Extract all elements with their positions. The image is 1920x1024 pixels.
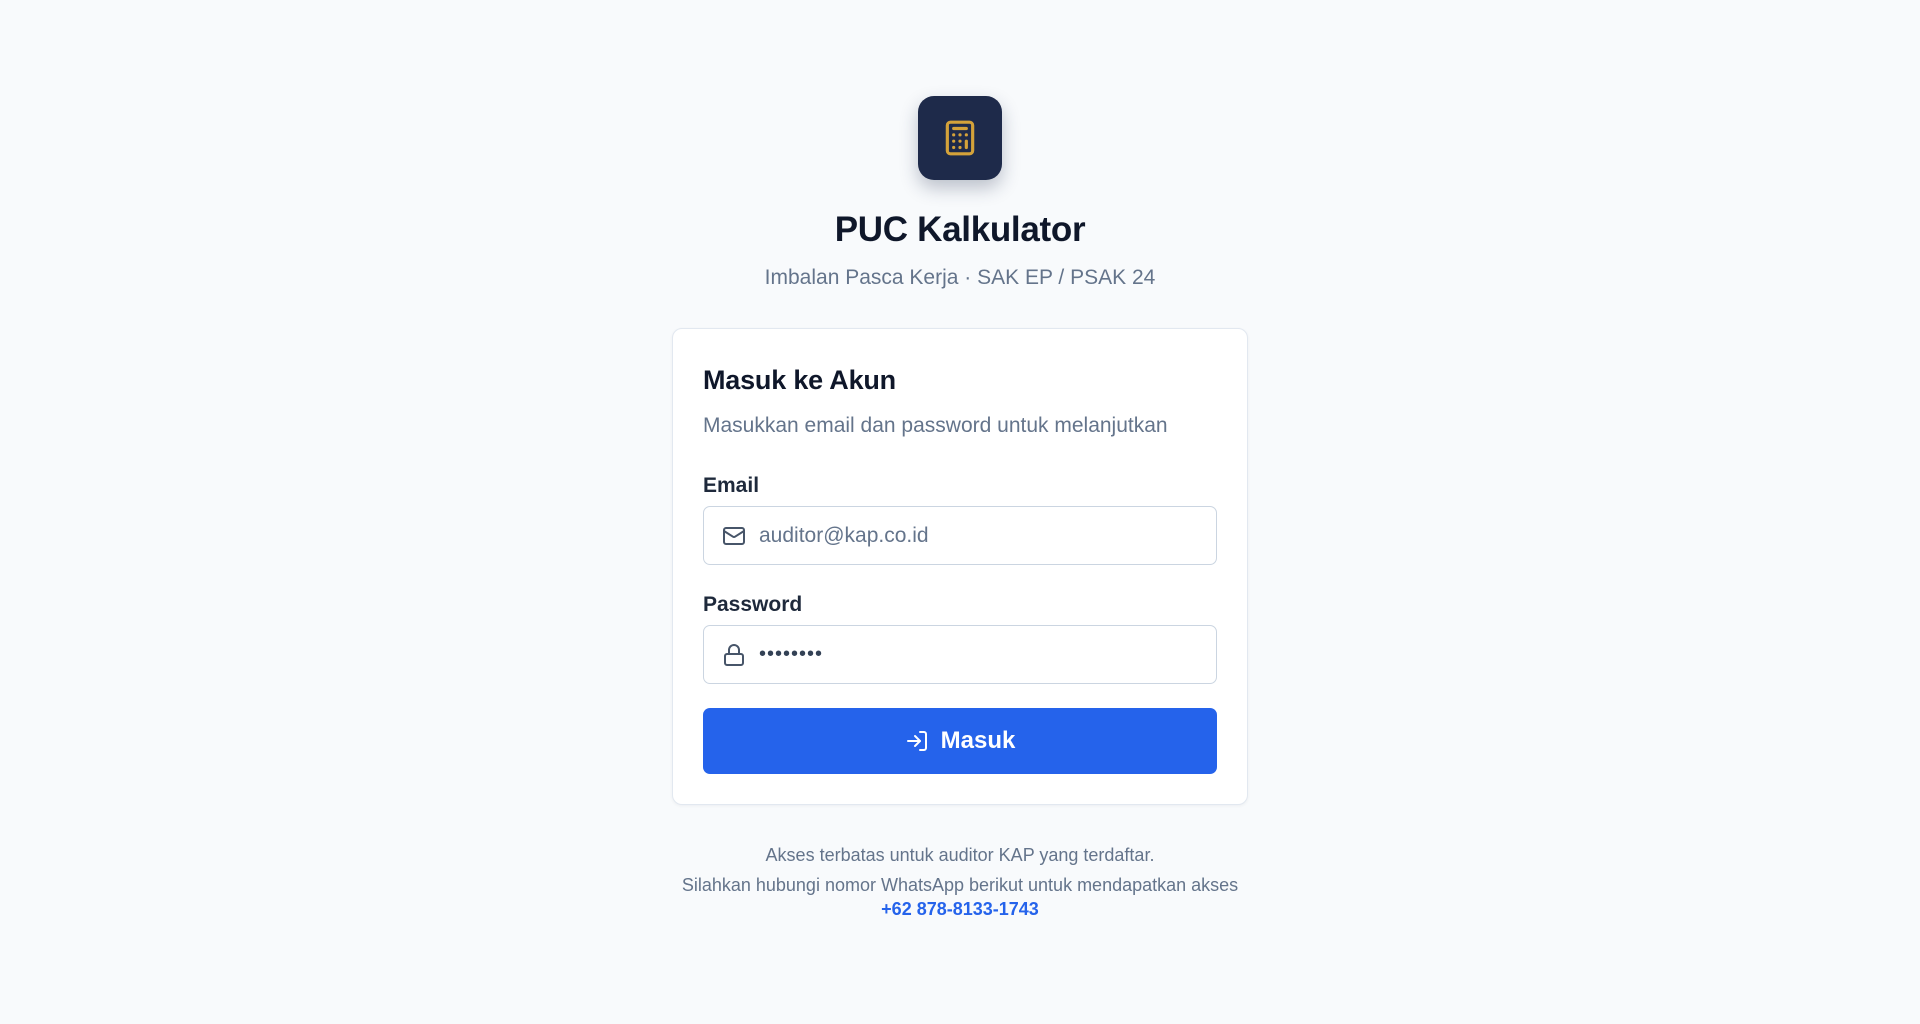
login-button[interactable]: Masuk <box>703 708 1217 774</box>
password-input[interactable] <box>759 634 1216 675</box>
footer-access-note: Akses terbatas untuk auditor KAP yang te… <box>765 845 1155 865</box>
login-title: Masuk ke Akun <box>703 365 896 395</box>
email-field[interactable] <box>703 506 1217 565</box>
app-title: PUC Kalkulator <box>834 210 1086 249</box>
email-input[interactable] <box>759 515 1216 556</box>
footer-note: Akses terbatas untuk auditor KAP yang te… <box>682 843 1238 921</box>
app-logo <box>918 96 1002 180</box>
login-description: Masukkan email dan password untuk melanj… <box>703 414 1168 437</box>
mail-icon <box>722 524 746 548</box>
login-page: PUC Kalkulator Imbalan Pasca Kerja · SAK… <box>0 0 1920 1024</box>
login-card: Masuk ke Akun Masukkan email dan passwor… <box>672 328 1248 805</box>
footer-contact-note: Silahkan hubungi nomor WhatsApp berikut … <box>681 875 1239 895</box>
whatsapp-phone-link[interactable]: +62 878-8133-1743 <box>881 899 1039 919</box>
calculator-icon <box>945 120 975 156</box>
login-button-label: Masuk <box>940 727 1016 754</box>
app-subtitle: Imbalan Pasca Kerja · SAK EP / PSAK 24 <box>764 266 1156 289</box>
email-label: Email <box>703 474 760 497</box>
password-field[interactable] <box>703 625 1217 684</box>
lock-icon <box>722 643 746 667</box>
log-in-icon <box>906 731 927 751</box>
password-label: Password <box>703 593 803 616</box>
